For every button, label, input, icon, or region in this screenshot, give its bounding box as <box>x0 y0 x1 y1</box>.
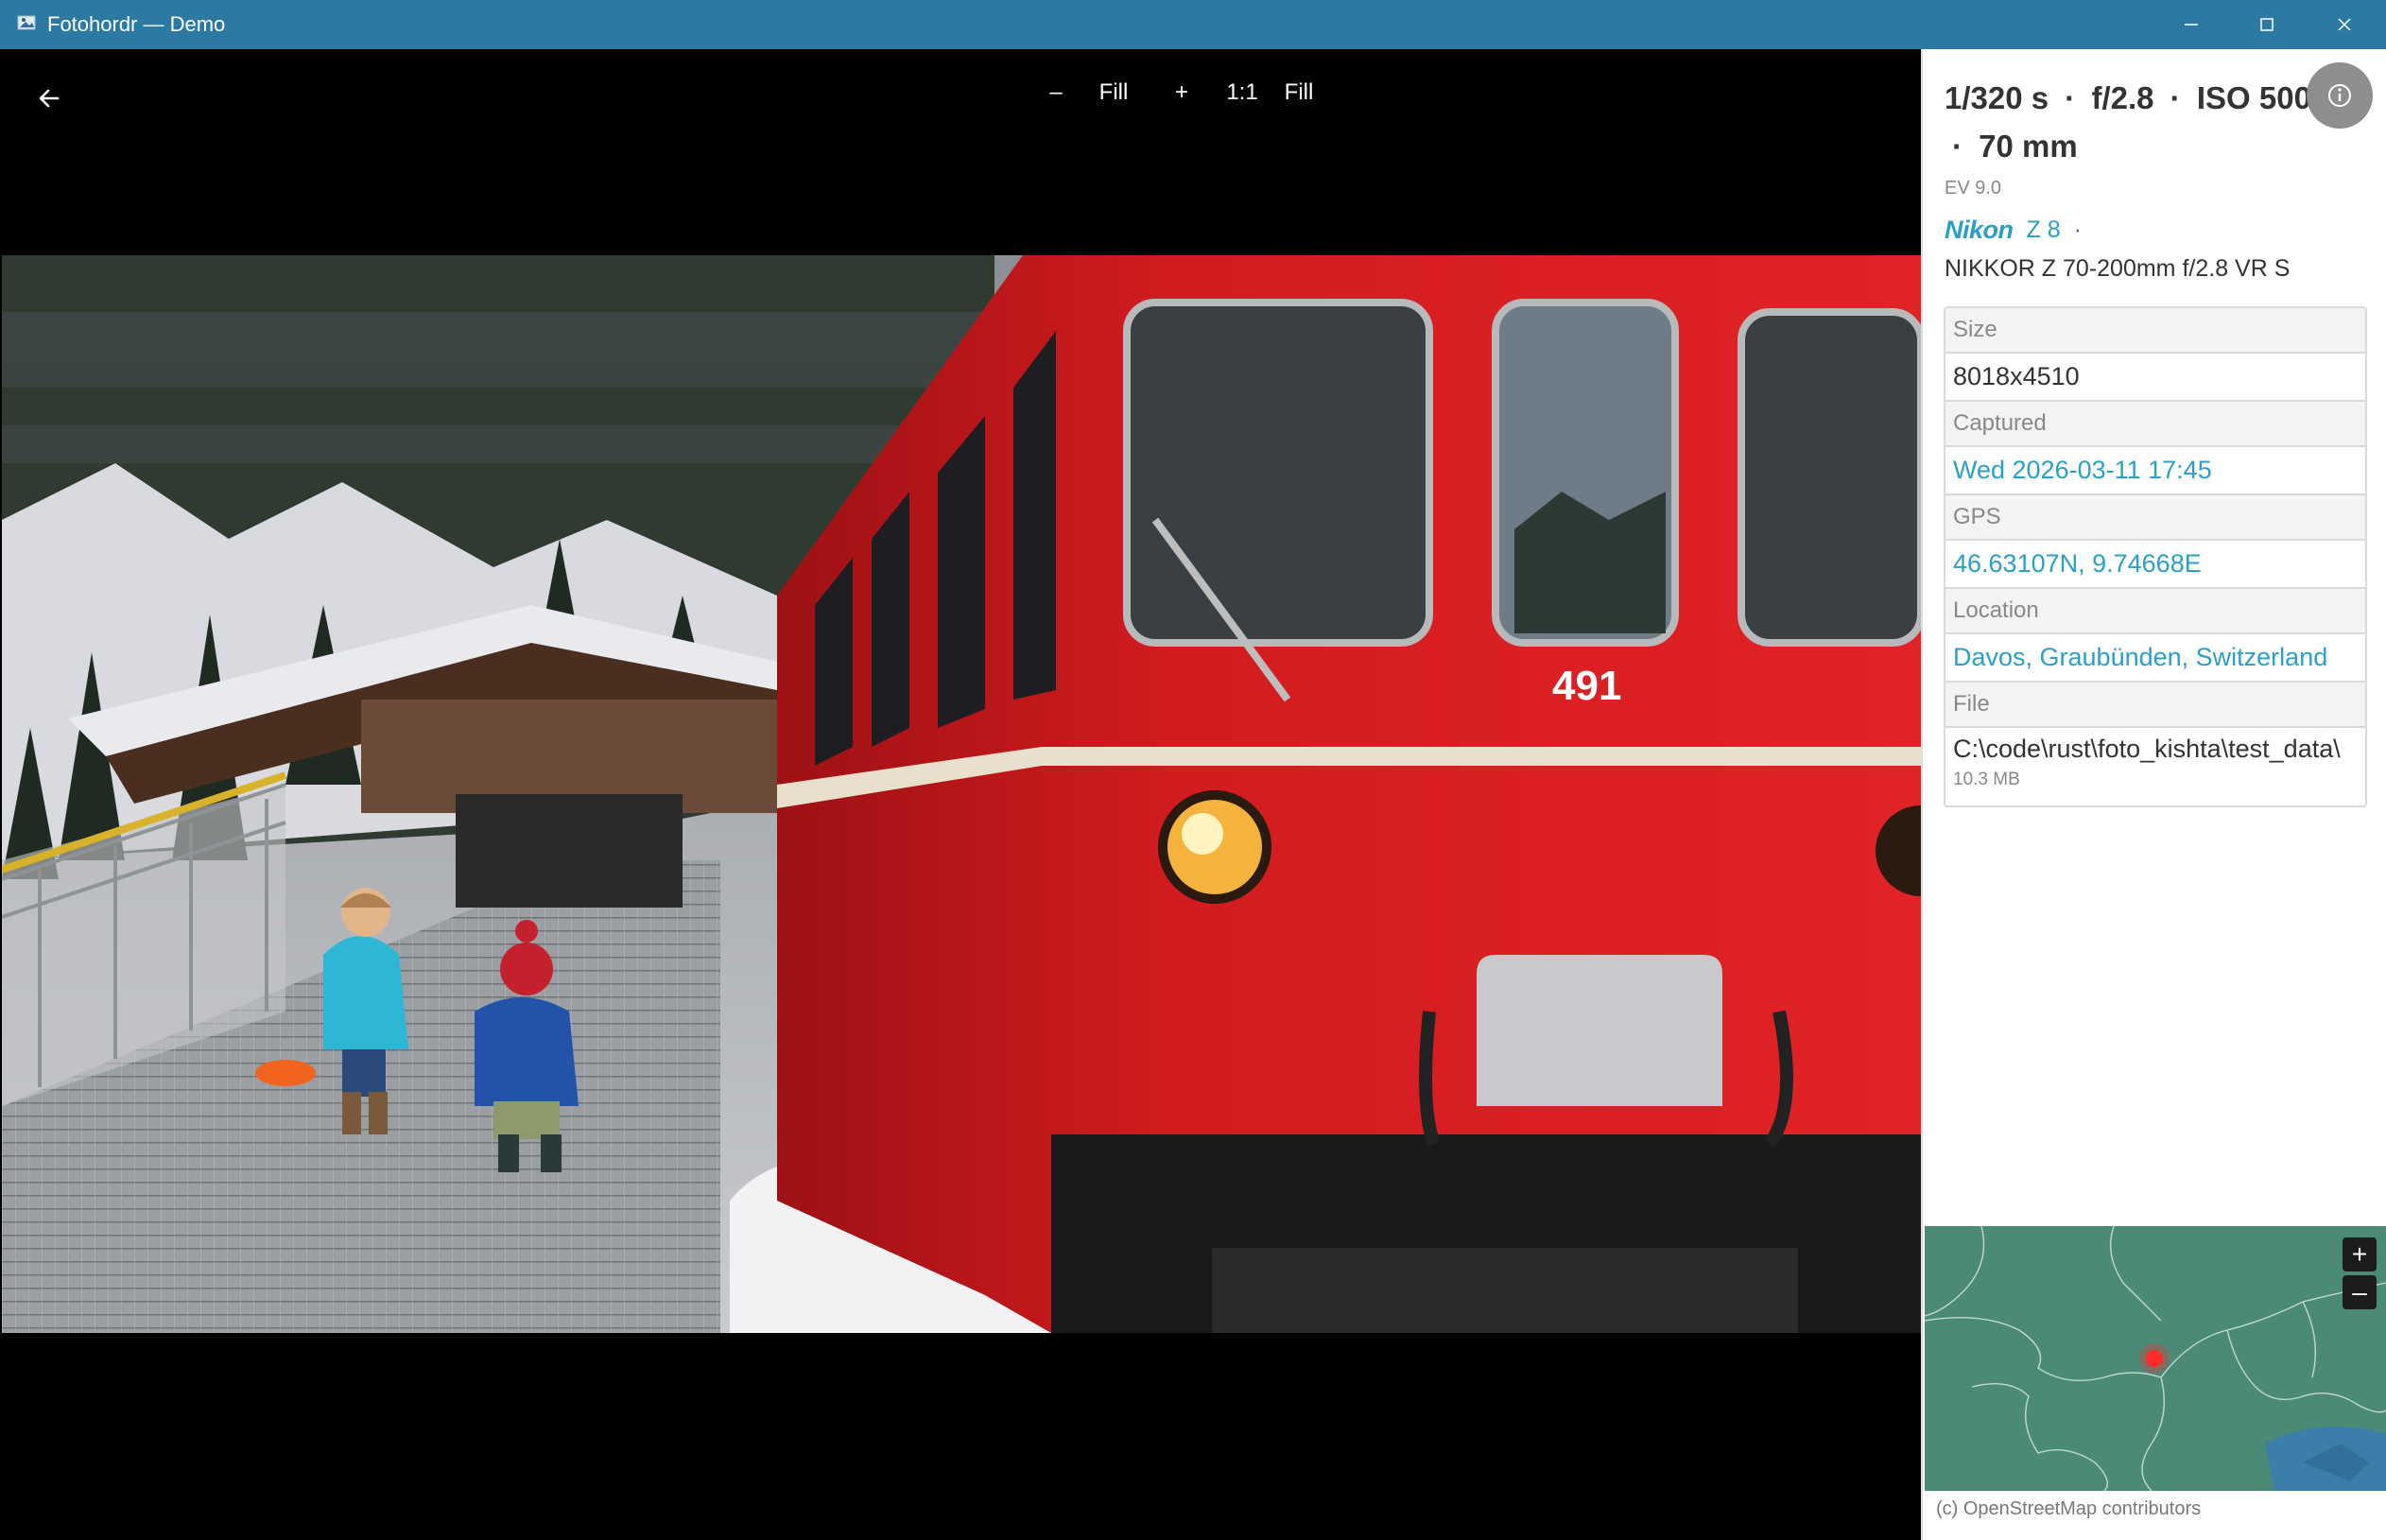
separator: · <box>2170 80 2181 115</box>
captured-link[interactable]: Wed 2026-03-11 17:45 <box>1945 447 2365 495</box>
location-link[interactable]: Davos, Graubünden, Switzerland <box>1945 634 2365 683</box>
separator: · <box>1952 129 1962 164</box>
camera-brand-logo[interactable]: Nikon <box>1945 216 2014 245</box>
zoom-out-button[interactable]: – <box>1023 79 1089 106</box>
gps-link[interactable]: 46.63107N, 9.74668E <box>1945 541 2365 589</box>
app-icon <box>17 15 36 30</box>
fill-button[interactable]: Fill <box>1089 79 1138 106</box>
size-value: 8018x4510 <box>1945 354 2365 402</box>
separator: · <box>2065 80 2076 115</box>
location-map[interactable]: + – <box>1925 1226 2386 1491</box>
exposure-summary: 1/320 s · f/2.8 · ISO 500 · 70 mm <box>1945 74 2342 170</box>
arrow-left-icon <box>39 89 60 108</box>
camera-model[interactable]: Z 8 <box>2027 216 2061 244</box>
map-zoom-in-button[interactable]: + <box>2343 1237 2377 1272</box>
zoom-in-button[interactable]: + <box>1138 79 1225 106</box>
info-panel: 1/320 s · f/2.8 · ISO 500 · 70 mm EV 9.0… <box>1921 49 2386 1540</box>
lens: NIKKOR Z 70-200mm f/2.8 VR S <box>1945 255 2291 282</box>
maximize-button[interactable] <box>2229 0 2305 49</box>
file-label: File <box>1945 683 2365 728</box>
fill-mode-button[interactable]: Fill <box>1259 79 1339 106</box>
location-label: Location <box>1945 589 2365 634</box>
map-tiles <box>1925 1226 2386 1491</box>
metadata-table: Size 8018x4510 Captured Wed 2026-03-11 1… <box>1944 306 2367 807</box>
minimize-button[interactable] <box>2153 0 2229 49</box>
aperture: f/2.8 <box>2091 80 2154 115</box>
one-to-one-button[interactable]: 1:1 <box>1225 79 1259 106</box>
size-label: Size <box>1945 308 2365 354</box>
captured-label: Captured <box>1945 402 2365 447</box>
focal-length: 70 mm <box>1979 129 2078 164</box>
minimize-icon <box>2185 24 2198 26</box>
info-icon <box>2328 84 2351 107</box>
info-button[interactable] <box>2307 62 2373 129</box>
iso: ISO 500 <box>2196 80 2311 115</box>
photo-viewer[interactable]: – Fill + 1:1 Fill 491 <box>2 49 1921 1538</box>
file-path: C:\code\rust\foto_kishta\test_data\ <box>1953 735 2341 763</box>
photo: 491 <box>2 255 1921 1333</box>
close-button[interactable] <box>2307 0 2382 49</box>
map-zoom-out-button[interactable]: – <box>2343 1275 2377 1309</box>
file-info: C:\code\rust\foto_kishta\test_data\ 10.3… <box>1945 728 2365 805</box>
camera: Nikon Z 8 · <box>1945 216 2082 245</box>
maximize-icon <box>2260 18 2274 31</box>
title-bar: Fotohordr — Demo <box>0 0 2386 49</box>
svg-text:491: 491 <box>1552 663 1621 709</box>
shutter-speed: 1/320 s <box>1945 80 2049 115</box>
back-button[interactable] <box>28 78 70 119</box>
separator: · <box>2073 216 2082 243</box>
gps-label: GPS <box>1945 495 2365 541</box>
close-icon <box>2338 18 2351 31</box>
map-attribution[interactable]: (c) OpenStreetMap contributors <box>1936 1498 2201 1520</box>
exposure-value: EV 9.0 <box>1945 178 2002 199</box>
zoom-toolbar: – Fill + 1:1 Fill <box>1023 74 1339 112</box>
file-size: 10.3 MB <box>1953 770 2020 789</box>
window-title: Fotohordr — Demo <box>47 12 226 36</box>
